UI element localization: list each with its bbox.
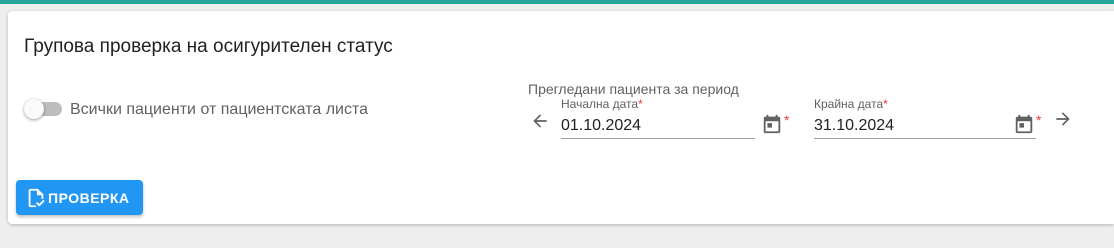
start-date-required-mark: *: [784, 112, 790, 128]
required-mark: *: [638, 97, 643, 111]
all-patients-toggle[interactable]: [24, 99, 64, 119]
page-title: Групова проверка на осигурителен статус: [24, 36, 393, 57]
required-mark: *: [883, 97, 888, 111]
end-date-input[interactable]: [814, 114, 1036, 139]
start-date-label: Начална дата*: [561, 97, 643, 111]
start-date-label-text: Начална дата: [561, 97, 639, 111]
check-button[interactable]: ПРОВЕРКА: [16, 180, 143, 215]
arrow-left-icon[interactable]: [530, 111, 550, 131]
insurance-status-card: Групова проверка на осигурителен статус …: [8, 11, 1114, 224]
end-date-label-text: Крайна дата: [814, 97, 884, 111]
top-accent-bar: [0, 0, 1114, 4]
period-label: Прегледани пациента за период: [528, 81, 739, 97]
start-date-input[interactable]: [561, 114, 755, 139]
arrow-right-icon[interactable]: [1053, 109, 1073, 129]
all-patients-toggle-label: Всички пациенти от пациентската листа: [70, 101, 369, 118]
calendar-icon[interactable]: [1013, 113, 1035, 135]
file-check-icon: [25, 187, 47, 209]
calendar-icon[interactable]: [761, 113, 783, 135]
toggle-thumb: [24, 99, 44, 119]
end-date-required-mark: *: [1036, 112, 1042, 128]
end-date-label: Крайна дата*: [814, 97, 888, 111]
check-button-label: ПРОВЕРКА: [48, 190, 130, 206]
